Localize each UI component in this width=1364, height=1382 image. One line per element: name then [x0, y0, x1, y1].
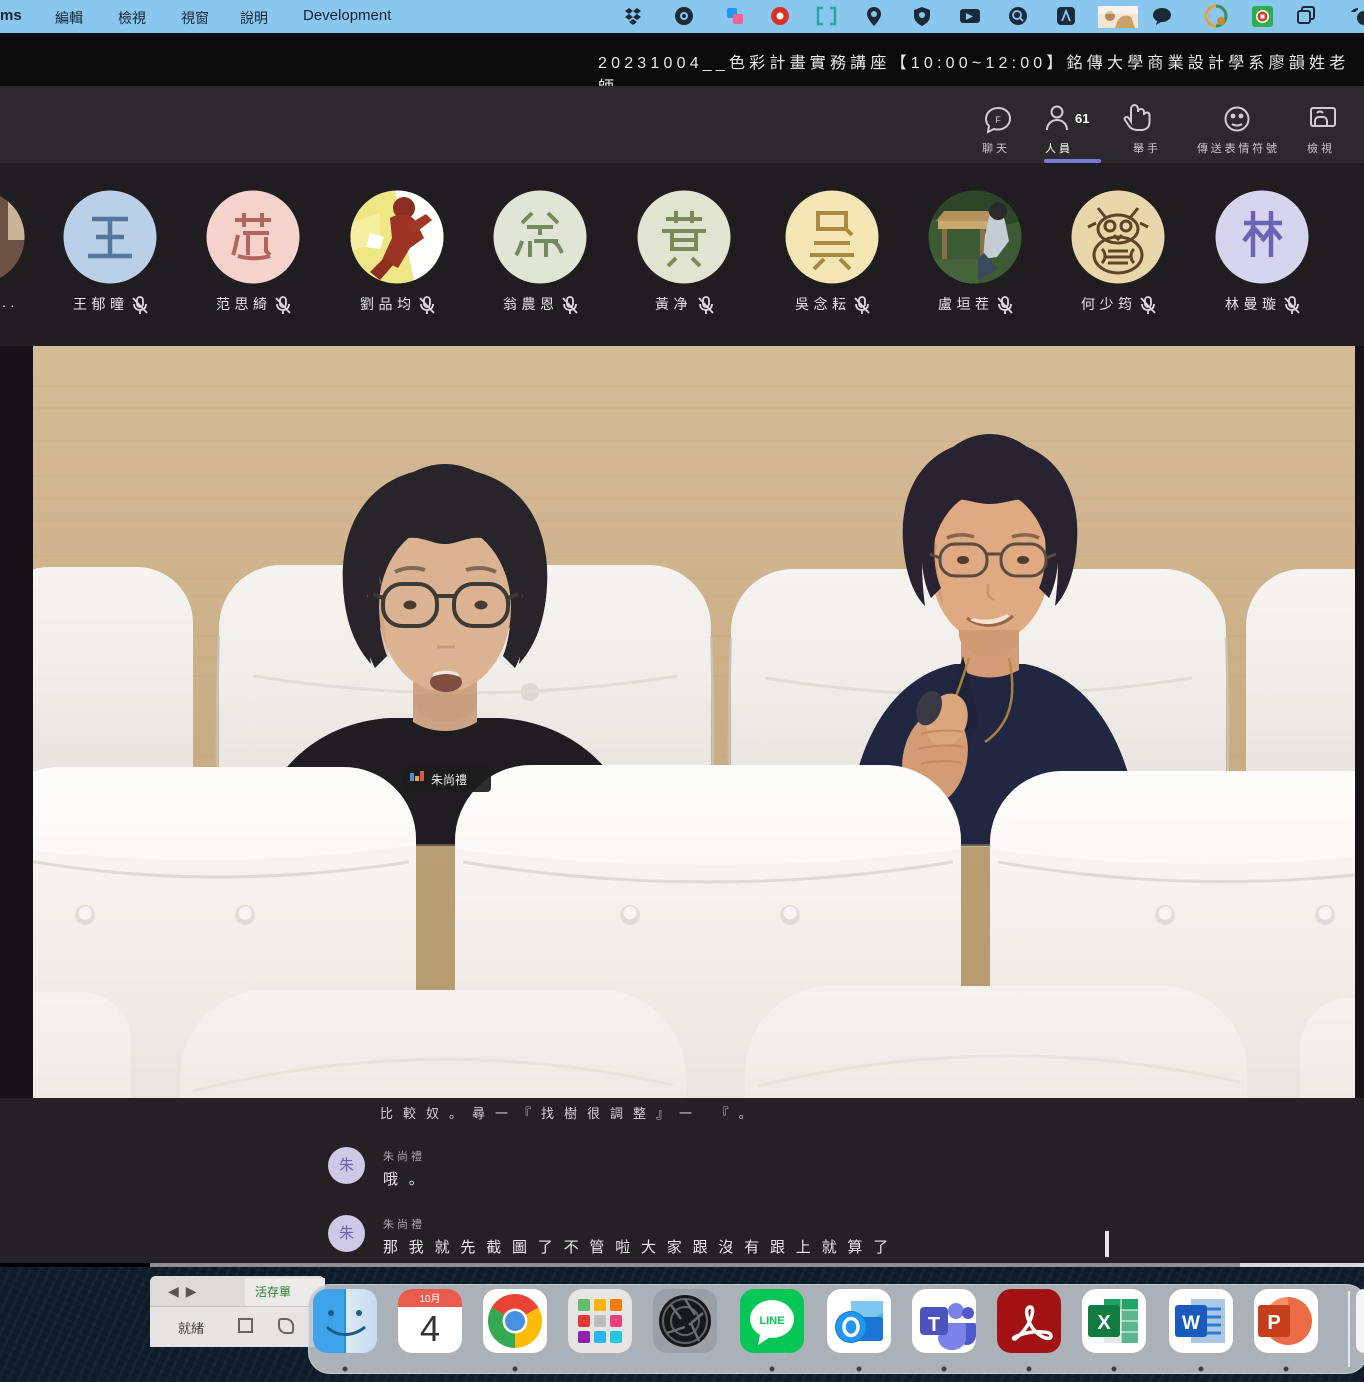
- svg-text:LINE: LINE: [759, 1315, 784, 1327]
- svg-text:X: X: [1097, 1312, 1111, 1334]
- svg-text:F: F: [995, 115, 1001, 125]
- svg-text:W: W: [1182, 1313, 1200, 1334]
- svg-text:10月: 10月: [419, 1293, 440, 1305]
- svg-text:朱尚禮: 朱尚禮: [431, 773, 467, 787]
- svg-text:61: 61: [1075, 111, 1089, 126]
- svg-text:T: T: [928, 1314, 940, 1336]
- svg-text:4: 4: [420, 1308, 440, 1349]
- svg-text:P: P: [1267, 1312, 1280, 1334]
